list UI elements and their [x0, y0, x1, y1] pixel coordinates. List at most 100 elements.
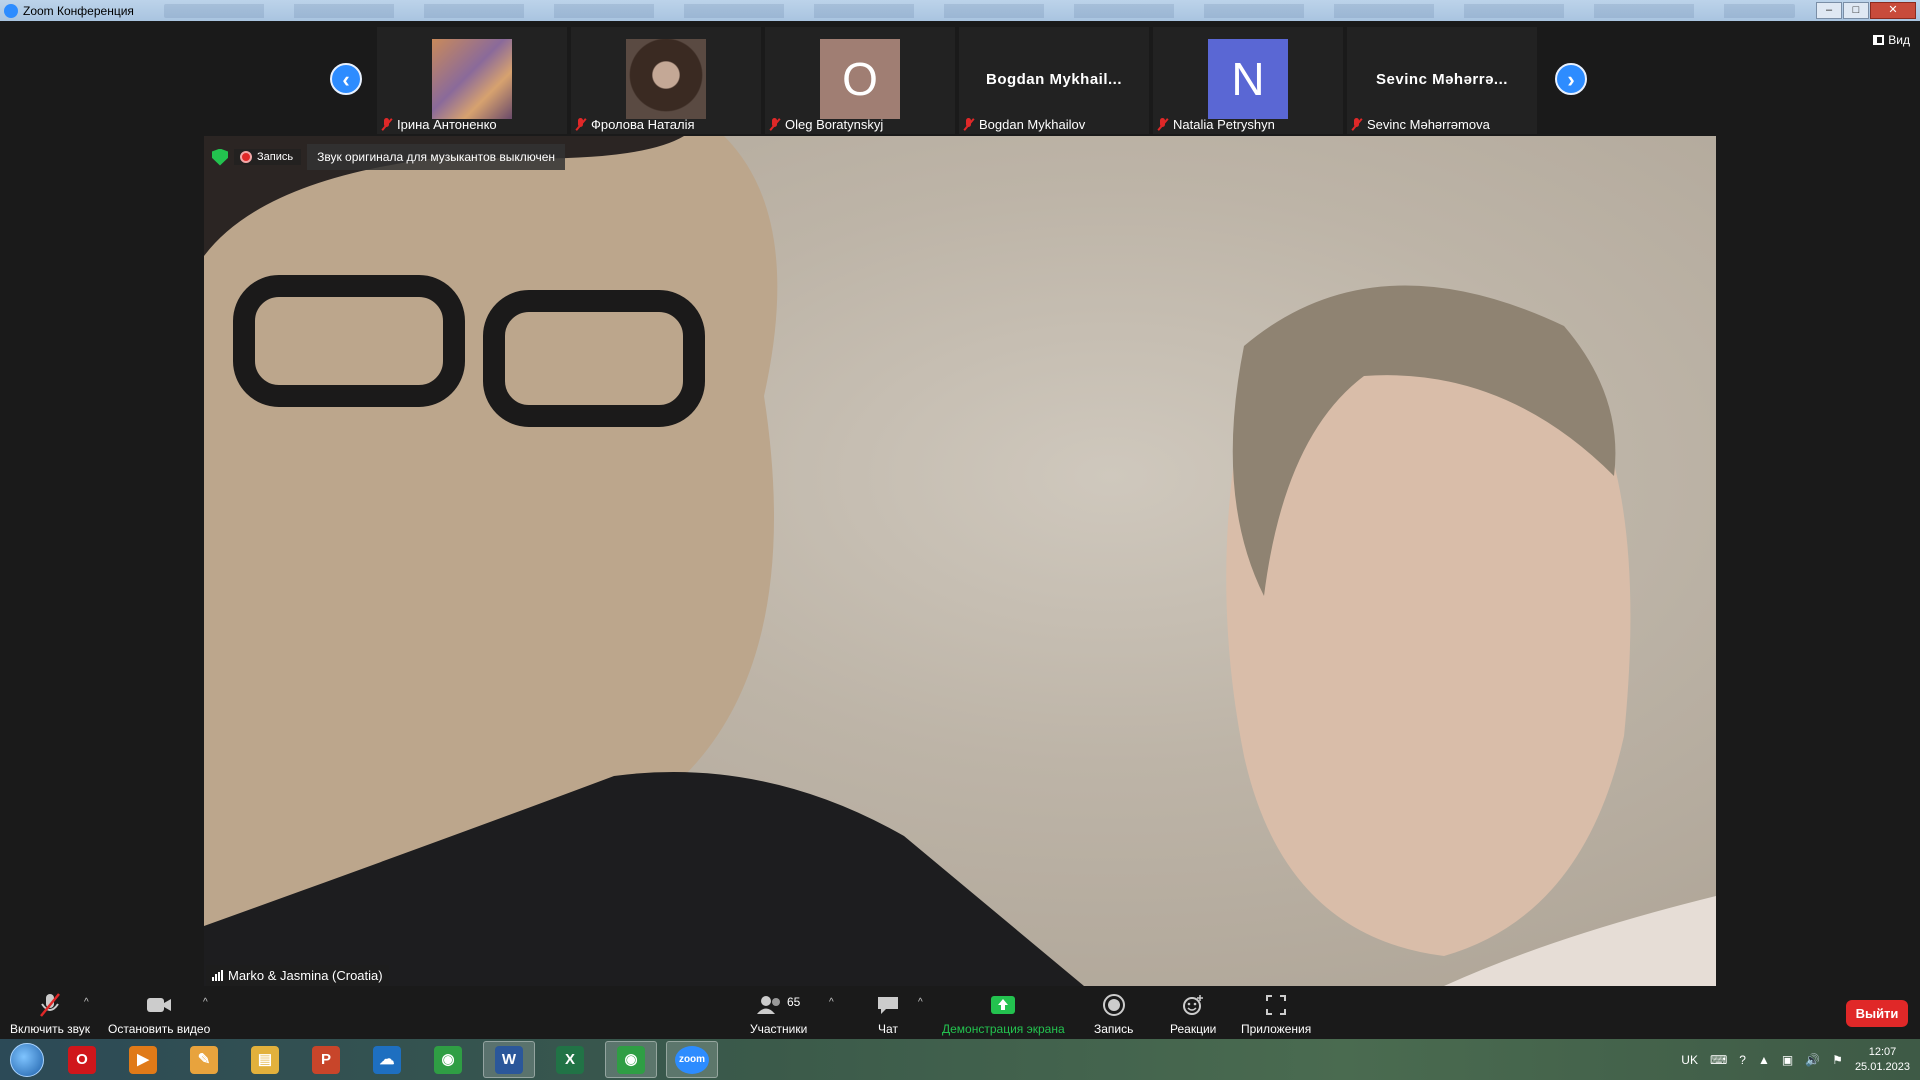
taskbar-app-button[interactable]: ☁	[361, 1041, 413, 1078]
participant-photo	[626, 39, 706, 119]
window-title: Zoom Конференция	[23, 3, 134, 18]
speaker-name: Marko & Jasmina (Croatia)	[228, 968, 383, 983]
recording-label: Запись	[257, 151, 294, 163]
participant-name: Natalia Petryshyn	[1173, 117, 1275, 132]
taskbar-apps: O ▶ ✎ ▤ P ☁ ◉ W X ◉ zoom	[56, 1041, 727, 1078]
participants-label: Участники	[750, 1022, 808, 1036]
system-tray: UK ⌨ ? ▲ ▣ 🔊 ⚑ 12:07 25.01.2023	[1681, 1039, 1910, 1080]
chrome-icon: ◉	[617, 1045, 645, 1074]
participant-photo	[432, 39, 512, 119]
close-button[interactable]: ✕	[1870, 2, 1916, 19]
participant-caption: Bogdan Mykhailov	[963, 117, 1085, 132]
zoom-app-icon	[4, 3, 18, 18]
participant-name: Фролова Наталія	[591, 117, 695, 132]
taskbar-app-button[interactable]: zoom	[666, 1041, 718, 1078]
active-speaker-video[interactable]: Запись Звук оригинала для музыкантов вык…	[204, 136, 1716, 986]
audio-options-chevron-icon[interactable]: ^	[84, 997, 89, 1008]
apps-label: Приложения	[1241, 1022, 1312, 1036]
action-center-flag-icon[interactable]: ⚑	[1832, 1053, 1843, 1067]
word-icon: W	[495, 1045, 523, 1074]
tray-expand-icon[interactable]: ▲	[1758, 1053, 1770, 1067]
explorer-icon: ▤	[251, 1045, 279, 1074]
muted-mic-icon	[963, 118, 975, 131]
participant-avatar-initial: N	[1208, 39, 1288, 119]
participant-display-name: Bogdan Mykhail...	[985, 71, 1122, 88]
browser-tabs-background	[163, 3, 1795, 18]
taskbar-app-button[interactable]: ◉	[422, 1041, 474, 1078]
participant-name: Bogdan Mykhailov	[979, 117, 1086, 132]
clock-time: 12:07	[1868, 1045, 1897, 1058]
participant-tile[interactable]: N Natalia Petryshyn	[1153, 27, 1343, 134]
muted-mic-icon	[769, 118, 781, 131]
participants-options-chevron-icon[interactable]: ^	[829, 997, 834, 1008]
encryption-shield-icon[interactable]	[212, 148, 228, 166]
video-frame-illustration	[204, 136, 1716, 986]
recording-indicator[interactable]: Запись	[234, 149, 302, 165]
meeting-area: Вид ‹ › Ірина Антоненко Фролова Наталія …	[0, 21, 1920, 1041]
taskbar-app-button[interactable]: ✎	[178, 1041, 230, 1078]
windows-taskbar: O ▶ ✎ ▤ P ☁ ◉ W X ◉ zoom UK ⌨ ? ▲ ▣ 🔊 ⚑ 12:07 25.0…	[0, 1039, 1920, 1080]
apps-icon	[1266, 995, 1287, 1015]
participant-name: Oleg Boratynskyj	[785, 117, 884, 132]
participant-tile[interactable]: Sevinc Məhərrə... Sevinc Məhərrəmova	[1347, 27, 1537, 134]
participant-tile[interactable]: O Oleg Boratynskyj	[765, 27, 955, 134]
participants-icon	[756, 996, 780, 1014]
muted-mic-icon	[1157, 118, 1169, 131]
grid-view-icon	[1873, 35, 1885, 45]
video-options-chevron-icon[interactable]: ^	[203, 997, 208, 1008]
chrome-icon: ◉	[434, 1045, 462, 1074]
chat-label: Чат	[878, 1022, 898, 1036]
participant-caption: Oleg Boratynskyj	[769, 117, 883, 132]
record-label: Запись	[1094, 1022, 1134, 1036]
maximize-button[interactable]: □	[1843, 2, 1869, 19]
volume-icon[interactable]: 🔊	[1805, 1053, 1820, 1067]
paint-icon: ✎	[190, 1045, 218, 1074]
taskbar-app-button[interactable]: O	[56, 1041, 108, 1078]
meeting-status-bar: Запись Звук оригинала для музыкантов вык…	[212, 144, 566, 170]
help-icon[interactable]: ?	[1739, 1053, 1746, 1067]
muted-mic-icon	[381, 118, 393, 131]
language-indicator[interactable]: UK	[1681, 1053, 1698, 1067]
leave-meeting-button[interactable]: Выйти	[1846, 1000, 1908, 1027]
network-icon[interactable]: ▣	[1782, 1053, 1793, 1067]
taskbar-app-button[interactable]: X	[544, 1041, 596, 1078]
chat-options-chevron-icon[interactable]: ^	[918, 997, 923, 1008]
participants-strip: Ірина Антоненко Фролова Наталія O Oleg B…	[377, 27, 1537, 134]
taskbar-app-button[interactable]: P	[300, 1041, 352, 1078]
participant-tile[interactable]: Bogdan Mykhail... Bogdan Mykhailov	[959, 27, 1149, 134]
view-label: Вид	[1888, 33, 1910, 47]
taskbar-app-button[interactable]: ◉	[605, 1041, 657, 1078]
keyboard-icon[interactable]: ⌨	[1710, 1053, 1727, 1067]
participant-tile[interactable]: Фролова Наталія	[571, 27, 761, 134]
minimize-button[interactable]: –	[1816, 2, 1842, 19]
recording-dot-icon	[240, 151, 252, 163]
clock-date: 25.01.2023	[1854, 1060, 1910, 1073]
next-page-button[interactable]: ›	[1555, 63, 1587, 95]
participant-display-name: Sevinc Məhərrə...	[1376, 71, 1508, 88]
participant-tile[interactable]: Ірина Антоненко	[377, 27, 567, 134]
participant-avatar-initial: O	[820, 39, 900, 119]
original-sound-banner: Звук оригинала для музыкантов выключен	[307, 144, 566, 170]
previous-page-button[interactable]: ‹	[330, 63, 362, 95]
signal-strength-icon	[212, 970, 223, 981]
taskbar-app-button[interactable]: ▤	[239, 1041, 291, 1078]
view-button[interactable]: Вид	[1873, 33, 1910, 47]
taskbar-app-button[interactable]: ▶	[117, 1041, 169, 1078]
taskbar-app-button[interactable]: W	[483, 1041, 535, 1078]
share-screen-label: Демонстрация экрана	[942, 1022, 1065, 1036]
excel-icon: X	[556, 1045, 584, 1074]
clock[interactable]: 12:07 25.01.2023	[1855, 1045, 1910, 1075]
smiley-plus-icon	[1183, 995, 1204, 1015]
reactions-label: Реакции	[1170, 1022, 1217, 1036]
window-controls: – □ ✕	[1815, 2, 1916, 19]
participant-caption: Фролова Наталія	[575, 117, 695, 132]
participant-caption: Ірина Антоненко	[381, 117, 497, 132]
powerpoint-icon: P	[312, 1045, 340, 1074]
opera-icon: O	[68, 1045, 96, 1074]
participant-name: Sevinc Məhərrəmova	[1367, 117, 1490, 132]
speaker-name-tag: Marko & Jasmina (Croatia)	[206, 965, 389, 986]
chat-icon	[878, 997, 898, 1014]
start-menu-button[interactable]	[10, 1042, 44, 1077]
record-icon	[1102, 994, 1125, 1016]
stop-video-label: Остановить видео	[108, 1022, 211, 1036]
